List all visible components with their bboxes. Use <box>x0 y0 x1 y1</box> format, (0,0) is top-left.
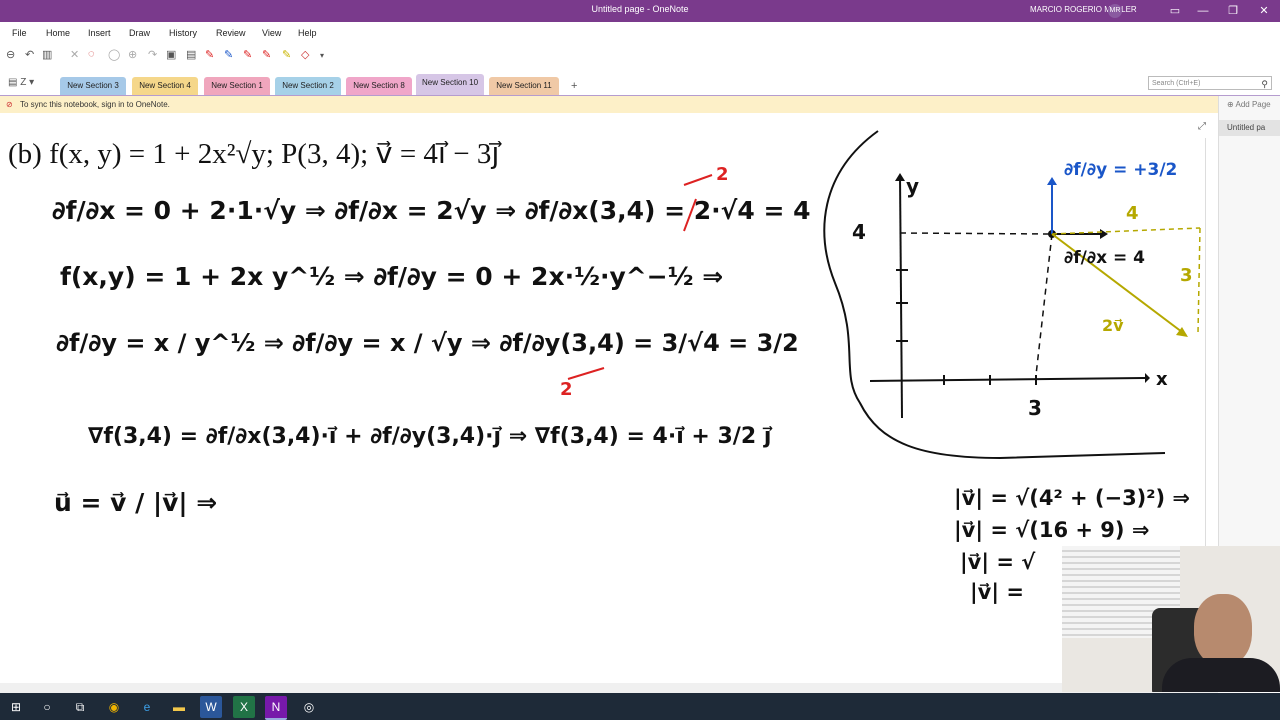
graph-x-label: x <box>1156 369 1168 390</box>
notebook-nav[interactable]: ▤ Z ▾ <box>8 77 34 88</box>
eraser2-icon[interactable]: ◇ <box>301 48 309 61</box>
tab-section[interactable]: New Section 1 <box>204 77 270 95</box>
horizontal-scrollbar[interactable] <box>0 683 1218 693</box>
menu-home[interactable]: Home <box>46 28 70 38</box>
ink-line-1: ∂f/∂x = 0 + 2·1·√y ⇒ ∂f/∂x = 2√y ⇒ ∂f/∂x… <box>52 196 810 225</box>
search-icon[interactable]: ⚲ <box>1261 77 1268 91</box>
onenote-icon[interactable]: N <box>265 696 287 720</box>
search-box[interactable]: Search (Ctrl+E) ⚲ <box>1148 76 1272 90</box>
chrome-icon[interactable]: ◉ <box>103 696 125 718</box>
red-annotation-1: 2 <box>716 164 729 185</box>
section-tabs-bar: ▤ Z ▾ New Section 3 New Section 4 New Sect… <box>0 73 1280 98</box>
warning-icon: ⊘ <box>6 100 13 109</box>
menu-review[interactable]: Review <box>216 28 246 38</box>
menu-file[interactable]: File <box>12 28 27 38</box>
tab-section[interactable]: New Section 8 <box>346 77 412 95</box>
undo-icon[interactable]: ↶ <box>25 48 34 61</box>
search-input[interactable]: Search (Ctrl+E) <box>1152 80 1200 87</box>
lasso-icon[interactable]: ◌ <box>88 48 95 60</box>
ink-layer: (b) f(x, y) = 1 + 2x²√y; P(3, 4); v⃗ = 4… <box>8 130 1201 605</box>
quick-toolbar: ⊖ ↶ ▥ ✕ ◌ ◯ ⊕ ↷ ▣ ▤ ✎ ✎ ✎ ✎ ✎ ◇ ▾ <box>0 44 1280 68</box>
webcam-overlay <box>1062 546 1280 692</box>
x-axis <box>869 377 1146 382</box>
tab-section[interactable]: New Section 3 <box>60 77 126 95</box>
ink-line-5: u⃗ = v⃗ / |v⃗| ⇒ <box>54 488 217 517</box>
pen-blue-icon[interactable]: ✎ <box>224 48 233 61</box>
norm-line-2: |v⃗| = √(16 + 9) ⇒ <box>954 518 1149 543</box>
close-button[interactable]: ✕ <box>1249 2 1279 20</box>
search-icon[interactable]: ○ <box>36 696 58 718</box>
ink-line-2: f(x,y) = 1 + 2x y^½ ⇒ ∂f/∂y = 0 + 2x·½·y… <box>60 262 723 291</box>
menu-insert[interactable]: Insert <box>88 28 111 38</box>
tab-section[interactable]: New Section 10 <box>416 74 484 95</box>
ink-line-3: ∂f/∂y = x / y^½ ⇒ ∂f/∂y = x / √y ⇒ ∂f/∂y… <box>56 329 799 357</box>
file-explorer-icon[interactable]: ▬ <box>168 696 190 718</box>
title-bar: Untitled page - OneNote MARCIO ROGERIO M… <box>0 0 1280 22</box>
word-icon[interactable]: W <box>200 696 222 718</box>
tab-section[interactable]: New Section 11 <box>489 77 559 95</box>
graph-dfdy-label: ∂f/∂y = +3/2 <box>1064 160 1177 180</box>
graph-yellow-3: 3 <box>1180 265 1193 286</box>
menu-bar: File Home Insert Draw History Review Vie… <box>0 22 1280 45</box>
back-icon[interactable]: ⊖ <box>6 48 15 61</box>
clip-icon[interactable]: ▤ <box>186 48 196 61</box>
menu-view[interactable]: View <box>262 28 281 38</box>
insert-space-icon[interactable]: ⊕ <box>128 48 137 61</box>
note-canvas[interactable]: (b) f(x, y) = 1 + 2x²√y; P(3, 4); v⃗ = 4… <box>0 113 1218 686</box>
start-icon[interactable]: ⊞ <box>5 696 27 718</box>
graph-tick-y: 4 <box>852 220 866 244</box>
excel-icon[interactable]: X <box>233 696 255 718</box>
dropdown-icon[interactable]: ▾ <box>320 51 324 60</box>
eraser-icon[interactable]: ◯ <box>108 48 120 61</box>
pen-red2-icon[interactable]: ✎ <box>243 48 252 61</box>
menu-draw[interactable]: Draw <box>129 28 150 38</box>
add-page-button[interactable]: ⊕ Add Page <box>1227 100 1271 109</box>
sync-notice: ⊘ To sync this notebook, sign in to OneN… <box>0 96 1218 113</box>
tab-section[interactable]: New Section 2 <box>275 77 341 95</box>
redo-icon[interactable]: ↷ <box>148 48 157 61</box>
ink-line-4: ∇f(3,4) = ∂f/∂x(3,4)·i⃗ + ∂f/∂y(3,4)·j⃗ … <box>88 424 773 449</box>
person-face-image <box>1194 594 1252 666</box>
norm-line-3: |v⃗| = √ <box>960 550 1036 575</box>
restore-button[interactable]: ❐ <box>1218 2 1248 20</box>
layout-icon[interactable]: ▥ <box>42 48 52 61</box>
menu-history[interactable]: History <box>169 28 197 38</box>
graph-tick-x: 3 <box>1028 396 1042 420</box>
norm-line-1: |v⃗| = √(4² + (−3)²) ⇒ <box>954 486 1190 511</box>
taskbar: ⊞ ○ ⧉ ◉ e ▬ W X N ◎ <box>0 693 1280 720</box>
red-annotation-2: 2 <box>560 379 573 400</box>
expand-icon[interactable]: ⤢ <box>1198 121 1206 132</box>
problem-statement: (b) f(x, y) = 1 + 2x²√y; P(3, 4); v⃗ = 4… <box>8 138 503 170</box>
camera-app-icon[interactable]: ◎ <box>298 696 320 718</box>
norm-line-4: |v⃗| = <box>970 580 1024 605</box>
menu-help[interactable]: Help <box>298 28 317 38</box>
pen-red-icon[interactable]: ✎ <box>205 48 214 61</box>
notebook-letter: Z <box>20 77 27 88</box>
graph-dfdx-label: ∂f/∂x = 4 <box>1064 248 1145 268</box>
graph-y-label: y <box>906 174 919 198</box>
tab-section[interactable]: New Section 4 <box>132 77 198 95</box>
sync-notice-text[interactable]: To sync this notebook, sign in to OneNot… <box>20 100 170 109</box>
pen-yellow-icon[interactable]: ✎ <box>282 48 291 61</box>
graph-yellow-4: 4 <box>1126 203 1139 224</box>
edge-icon[interactable]: e <box>136 696 158 718</box>
person-body-image <box>1162 658 1280 692</box>
minimize-button[interactable]: — <box>1188 2 1218 20</box>
avatar[interactable]: MR <box>1108 4 1122 18</box>
add-section-button[interactable]: + <box>571 80 577 92</box>
page-item[interactable]: Untitled pa <box>1219 120 1280 136</box>
graph-yellow-v: 2v⃗ <box>1102 316 1124 335</box>
close-icon[interactable]: ✕ <box>70 48 79 61</box>
pen-dark-red-icon[interactable]: ✎ <box>262 48 271 61</box>
notebook-icon: ▤ <box>8 77 18 88</box>
ribbon-display-button[interactable]: ▭ <box>1160 2 1190 20</box>
print-icon[interactable]: ▣ <box>166 48 176 61</box>
task-view-icon[interactable]: ⧉ <box>69 696 91 718</box>
